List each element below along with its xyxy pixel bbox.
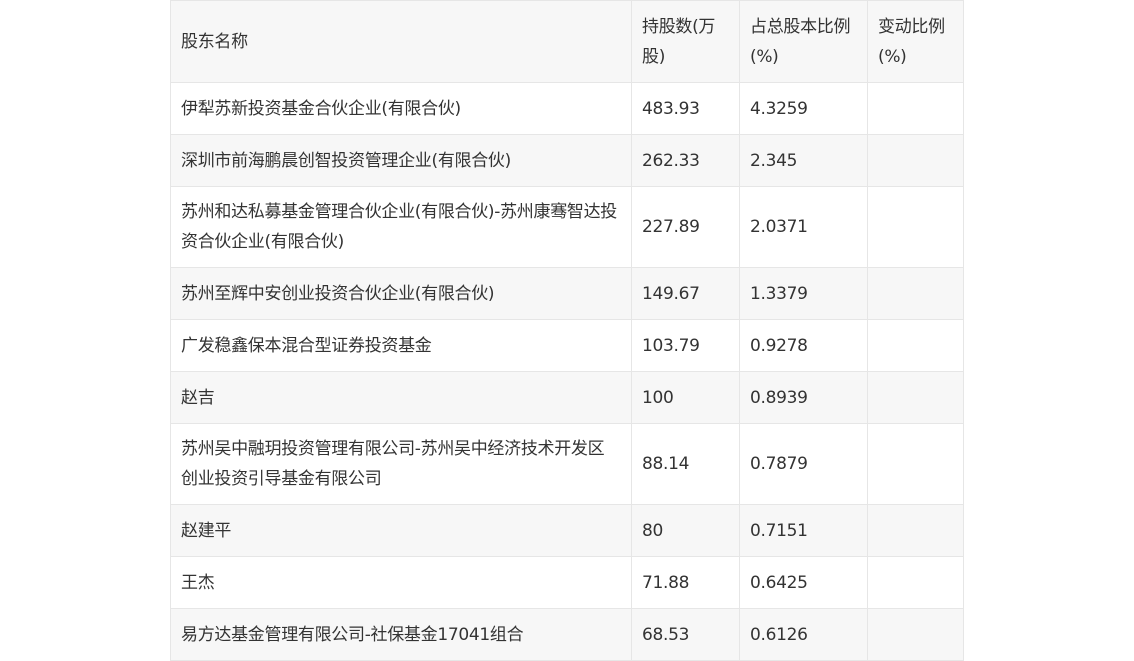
shareholder-table-container: 股东名称 持股数(万股) 占总股本比例(%) 变动比例(%) 伊犁苏新投资基金合… [170, 0, 964, 661]
cell-shareholder-name: 深圳市前海鹏晨创智投资管理企业(有限合伙) [170, 134, 632, 187]
cell-shareholder-name: 王杰 [170, 556, 632, 609]
cell-shares: 68.53 [631, 608, 740, 661]
table-row: 伊犁苏新投资基金合伙企业(有限合伙) 483.93 4.3259 [170, 82, 964, 135]
cell-shares: 88.14 [631, 423, 740, 505]
cell-shares: 103.79 [631, 319, 740, 372]
cell-ratio: 0.6425 [739, 556, 868, 609]
cell-ratio: 4.3259 [739, 82, 868, 135]
table-row: 赵建平 80 0.7151 [170, 504, 964, 557]
cell-shareholder-name: 易方达基金管理有限公司-社保基金17041组合 [170, 608, 632, 661]
cell-change [867, 134, 964, 187]
shareholder-table: 股东名称 持股数(万股) 占总股本比例(%) 变动比例(%) 伊犁苏新投资基金合… [170, 0, 964, 661]
cell-change [867, 423, 964, 505]
cell-shareholder-name: 赵建平 [170, 504, 632, 557]
cell-shareholder-name: 苏州和达私募基金管理合伙企业(有限合伙)-苏州康骞智达投资合伙企业(有限合伙) [170, 186, 632, 268]
cell-ratio: 0.9278 [739, 319, 868, 372]
cell-change [867, 556, 964, 609]
cell-shares: 80 [631, 504, 740, 557]
cell-change [867, 504, 964, 557]
table-row: 深圳市前海鹏晨创智投资管理企业(有限合伙) 262.33 2.345 [170, 134, 964, 187]
table-row: 苏州和达私募基金管理合伙企业(有限合伙)-苏州康骞智达投资合伙企业(有限合伙) … [170, 186, 964, 268]
cell-ratio: 0.8939 [739, 371, 868, 424]
cell-shares: 262.33 [631, 134, 740, 187]
header-change: 变动比例(%) [867, 0, 964, 83]
table-row: 苏州至辉中安创业投资合伙企业(有限合伙) 149.67 1.3379 [170, 267, 964, 320]
table-row: 赵吉 100 0.8939 [170, 371, 964, 424]
cell-ratio: 0.6126 [739, 608, 868, 661]
cell-change [867, 267, 964, 320]
cell-shareholder-name: 苏州至辉中安创业投资合伙企业(有限合伙) [170, 267, 632, 320]
cell-change [867, 82, 964, 135]
cell-shareholder-name: 苏州吴中融玥投资管理有限公司-苏州吴中经济技术开发区创业投资引导基金有限公司 [170, 423, 632, 505]
table-row: 易方达基金管理有限公司-社保基金17041组合 68.53 0.6126 [170, 608, 964, 661]
header-shares: 持股数(万股) [631, 0, 740, 83]
cell-shares: 100 [631, 371, 740, 424]
cell-ratio: 2.0371 [739, 186, 868, 268]
cell-shares: 483.93 [631, 82, 740, 135]
cell-shares: 71.88 [631, 556, 740, 609]
table-header-row: 股东名称 持股数(万股) 占总股本比例(%) 变动比例(%) [170, 0, 964, 83]
table-row: 广发稳鑫保本混合型证券投资基金 103.79 0.9278 [170, 319, 964, 372]
cell-change [867, 186, 964, 268]
table-row: 苏州吴中融玥投资管理有限公司-苏州吴中经济技术开发区创业投资引导基金有限公司 8… [170, 423, 964, 505]
header-ratio: 占总股本比例(%) [739, 0, 868, 83]
cell-shares: 149.67 [631, 267, 740, 320]
cell-shareholder-name: 伊犁苏新投资基金合伙企业(有限合伙) [170, 82, 632, 135]
cell-change [867, 319, 964, 372]
cell-shareholder-name: 赵吉 [170, 371, 632, 424]
cell-ratio: 1.3379 [739, 267, 868, 320]
cell-ratio: 2.345 [739, 134, 868, 187]
cell-ratio: 0.7879 [739, 423, 868, 505]
cell-ratio: 0.7151 [739, 504, 868, 557]
cell-shares: 227.89 [631, 186, 740, 268]
table-row: 王杰 71.88 0.6425 [170, 556, 964, 609]
cell-shareholder-name: 广发稳鑫保本混合型证券投资基金 [170, 319, 632, 372]
cell-change [867, 371, 964, 424]
cell-change [867, 608, 964, 661]
header-shareholder-name: 股东名称 [170, 0, 632, 83]
